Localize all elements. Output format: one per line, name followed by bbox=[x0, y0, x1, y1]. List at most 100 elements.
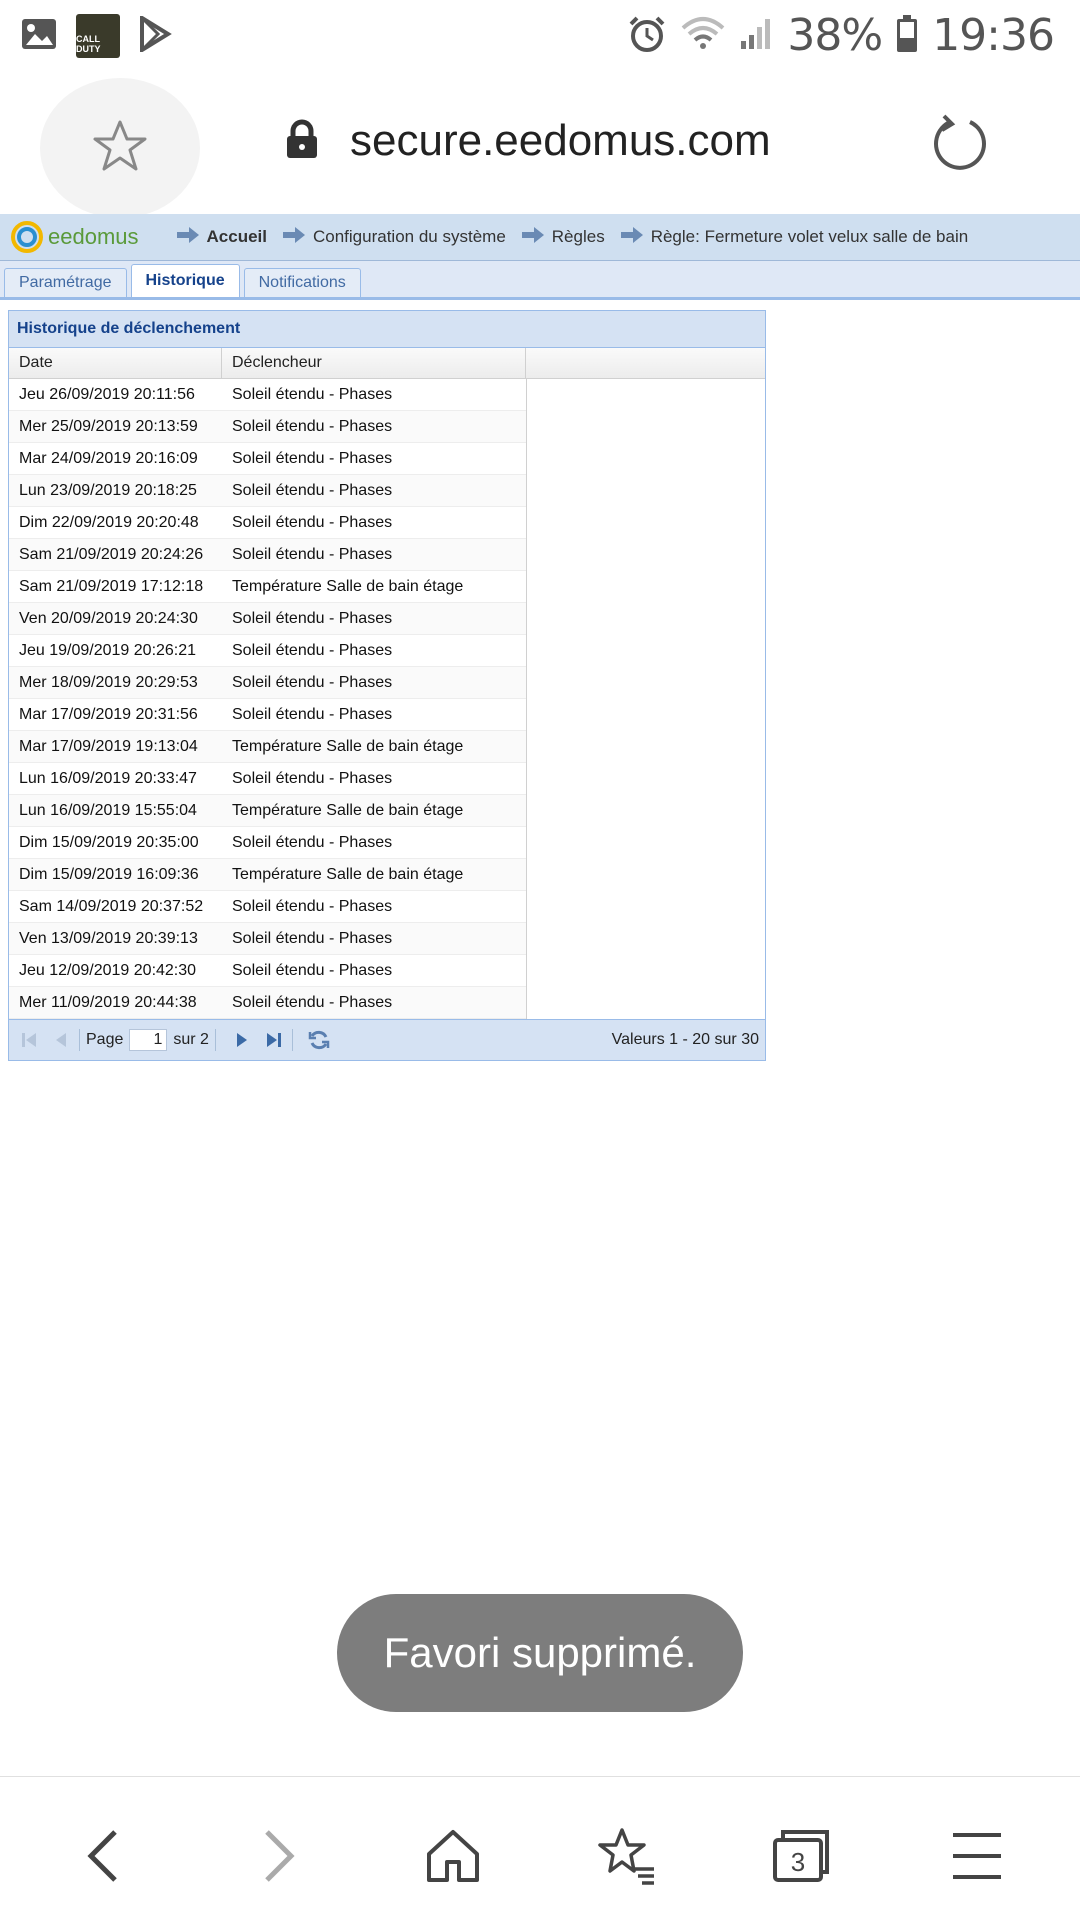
cell-empty bbox=[526, 667, 763, 699]
cell-empty bbox=[526, 731, 763, 763]
cell-trigger: Soleil étendu - Phases bbox=[222, 699, 526, 731]
tab-count: 3 bbox=[791, 1847, 805, 1877]
pager-separator bbox=[214, 1029, 216, 1051]
refresh-button[interactable] bbox=[307, 1028, 331, 1052]
eedomus-logo[interactable]: eedomus bbox=[10, 220, 139, 254]
tab-notifications[interactable]: Notifications bbox=[243, 268, 361, 297]
table-row[interactable]: Jeu 26/09/2019 20:11:56 Soleil étendu - P… bbox=[9, 379, 765, 411]
arrow-right-icon bbox=[521, 226, 544, 248]
grid-header: Date Déclencheur bbox=[9, 348, 765, 379]
grid-body: Jeu 26/09/2019 20:11:56 Soleil étendu - P… bbox=[9, 379, 765, 1019]
url-text: secure.eedomus.com bbox=[350, 116, 771, 165]
breadcrumb-item-configuration[interactable]: Configuration du système bbox=[283, 226, 506, 248]
forward-button[interactable] bbox=[244, 1821, 314, 1891]
cell-trigger: Soleil étendu - Phases bbox=[222, 603, 526, 635]
breadcrumb: eedomus Accueil Configuration du système… bbox=[0, 214, 1080, 261]
column-header-trigger[interactable]: Déclencheur bbox=[222, 348, 526, 378]
home-button[interactable] bbox=[418, 1821, 488, 1891]
page-total-label: sur 2 bbox=[173, 1031, 209, 1048]
table-row[interactable]: Mar 24/09/2019 20:16:09 Soleil étendu - P… bbox=[9, 443, 765, 475]
bookmark-star-button[interactable] bbox=[40, 78, 200, 218]
table-row[interactable]: Jeu 12/09/2019 20:42:30 Soleil étendu - P… bbox=[9, 955, 765, 987]
table-row[interactable]: Lun 16/09/2019 20:33:47 Soleil étendu - P… bbox=[9, 763, 765, 795]
address-bar[interactable]: secure.eedomus.com bbox=[284, 116, 771, 166]
table-row[interactable]: Lun 16/09/2019 15:55:04 Température Salle… bbox=[9, 795, 765, 827]
cell-date: Sam 14/09/2019 20:37:52 bbox=[9, 891, 222, 923]
prev-page-button[interactable] bbox=[49, 1028, 73, 1052]
signal-icon bbox=[739, 17, 773, 55]
reload-icon bbox=[930, 114, 990, 176]
refresh-icon bbox=[308, 1030, 330, 1050]
reload-button[interactable] bbox=[930, 112, 990, 177]
menu-button[interactable] bbox=[942, 1821, 1012, 1891]
arrow-right-icon bbox=[176, 226, 199, 248]
arrow-right-icon bbox=[620, 226, 643, 248]
next-page-button[interactable] bbox=[230, 1028, 254, 1052]
gallery-icon bbox=[20, 17, 58, 56]
table-row[interactable]: Mer 11/09/2019 20:44:38 Soleil étendu - P… bbox=[9, 987, 765, 1019]
cell-trigger: Température Salle de bain étage bbox=[222, 859, 526, 891]
cell-date: Jeu 12/09/2019 20:42:30 bbox=[9, 955, 222, 987]
battery-percent: 38% bbox=[787, 10, 883, 61]
eedomus-logo-icon bbox=[11, 221, 43, 253]
column-header-date[interactable]: Date bbox=[9, 348, 222, 378]
menu-icon bbox=[953, 1833, 1001, 1879]
table-row[interactable]: Lun 23/09/2019 20:18:25 Soleil étendu - P… bbox=[9, 475, 765, 507]
back-button[interactable] bbox=[68, 1821, 138, 1891]
cell-empty bbox=[526, 443, 763, 475]
bookmarks-button[interactable] bbox=[592, 1821, 662, 1891]
cell-empty bbox=[526, 571, 763, 603]
tab-parametrage[interactable]: Paramétrage bbox=[4, 268, 127, 297]
table-row[interactable]: Dim 15/09/2019 20:35:00 Soleil étendu - P… bbox=[9, 827, 765, 859]
table-row[interactable]: Mar 17/09/2019 20:31:56 Soleil étendu - P… bbox=[9, 699, 765, 731]
cell-empty bbox=[526, 763, 763, 795]
cell-trigger: Soleil étendu - Phases bbox=[222, 635, 526, 667]
tabs-icon: 3 bbox=[773, 1830, 829, 1882]
table-row[interactable]: Dim 22/09/2019 20:20:48 Soleil étendu - P… bbox=[9, 507, 765, 539]
cell-trigger: Soleil étendu - Phases bbox=[222, 539, 526, 571]
cell-empty bbox=[526, 539, 763, 571]
cell-date: Jeu 26/09/2019 20:11:56 bbox=[9, 379, 222, 411]
arrow-right-icon bbox=[283, 226, 305, 248]
cell-empty bbox=[526, 795, 763, 827]
table-row[interactable]: Ven 20/09/2019 20:24:30 Soleil étendu - P… bbox=[9, 603, 765, 635]
cell-date: Jeu 19/09/2019 20:26:21 bbox=[9, 635, 222, 667]
table-row[interactable]: Dim 15/09/2019 16:09:36 Température Salle… bbox=[9, 859, 765, 891]
table-row[interactable]: Ven 13/09/2019 20:39:13 Soleil étendu - P… bbox=[9, 923, 765, 955]
table-row[interactable]: Mer 25/09/2019 20:13:59 Soleil étendu - P… bbox=[9, 411, 765, 443]
pager-info: Valeurs 1 - 20 sur 30 bbox=[611, 1031, 759, 1048]
wifi-icon bbox=[681, 16, 725, 56]
cell-trigger: Soleil étendu - Phases bbox=[222, 667, 526, 699]
cell-trigger: Soleil étendu - Phases bbox=[222, 987, 526, 1019]
table-row[interactable]: Jeu 19/09/2019 20:26:21 Soleil étendu - P… bbox=[9, 635, 765, 667]
first-page-button[interactable] bbox=[17, 1028, 41, 1052]
table-row[interactable]: Mer 18/09/2019 20:29:53 Soleil étendu - P… bbox=[9, 667, 765, 699]
cell-trigger: Soleil étendu - Phases bbox=[222, 507, 526, 539]
pager-separator bbox=[291, 1029, 293, 1051]
browser-toolbar: secure.eedomus.com bbox=[0, 72, 1080, 218]
tabs-button[interactable]: 3 bbox=[766, 1821, 836, 1891]
table-row[interactable]: Sam 14/09/2019 20:37:52 Soleil étendu - P… bbox=[9, 891, 765, 923]
status-bar: CALL DUTY 38% 19:36 bbox=[0, 0, 1080, 72]
prev-page-icon bbox=[56, 1033, 66, 1047]
cell-trigger: Soleil étendu - Phases bbox=[222, 827, 526, 859]
cell-empty bbox=[526, 379, 763, 411]
page-label: Page bbox=[86, 1031, 124, 1048]
breadcrumb-item-accueil[interactable]: Accueil bbox=[176, 226, 267, 248]
table-row[interactable]: Sam 21/09/2019 20:24:26 Soleil étendu - P… bbox=[9, 539, 765, 571]
cell-trigger: Soleil étendu - Phases bbox=[222, 443, 526, 475]
column-header-empty bbox=[526, 348, 763, 378]
tab-historique[interactable]: Historique bbox=[130, 264, 240, 297]
cell-empty bbox=[526, 507, 763, 539]
cell-empty bbox=[526, 699, 763, 731]
page-number-input[interactable]: 1 bbox=[129, 1029, 168, 1051]
cell-trigger: Soleil étendu - Phases bbox=[222, 475, 526, 507]
cell-trigger: Température Salle de bain étage bbox=[222, 571, 526, 603]
breadcrumb-item-regles[interactable]: Règles bbox=[521, 226, 605, 248]
table-row[interactable]: Sam 21/09/2019 17:12:18 Température Salle… bbox=[9, 571, 765, 603]
last-page-button[interactable] bbox=[262, 1028, 286, 1052]
cell-trigger: Soleil étendu - Phases bbox=[222, 379, 526, 411]
cell-date: Ven 13/09/2019 20:39:13 bbox=[9, 923, 222, 955]
cell-trigger: Soleil étendu - Phases bbox=[222, 411, 526, 443]
table-row[interactable]: Mar 17/09/2019 19:13:04 Température Salle… bbox=[9, 731, 765, 763]
